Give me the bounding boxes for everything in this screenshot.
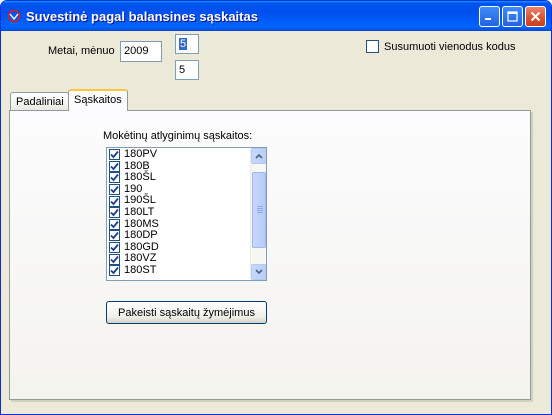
main-window: Suvestinė pagal balansines sąskaitas Met…: [0, 0, 552, 415]
account-code: 180ST: [124, 263, 157, 276]
checkmark-icon: [110, 186, 119, 194]
title-bar[interactable]: Suvestinė pagal balansines sąskaitas: [1, 1, 551, 31]
item-checkbox[interactable]: [109, 160, 120, 172]
tab-panel-saskaitos: Mokėtinų atlyginimų sąskaitos: 180PV 180B…: [9, 110, 531, 400]
item-checkbox[interactable]: [109, 195, 120, 207]
item-checkbox[interactable]: [109, 172, 120, 184]
checkmark-icon: [110, 174, 119, 182]
window-title: Suvestinė pagal balansines sąskaitas: [26, 9, 258, 24]
item-checkbox[interactable]: [109, 253, 120, 265]
checkmark-icon: [110, 209, 119, 217]
scroll-thumb[interactable]: [252, 172, 266, 248]
account-code: 180LT: [124, 205, 155, 218]
year-input[interactable]: 2009: [120, 41, 162, 62]
tab-padaliniai[interactable]: Padaliniai: [10, 92, 69, 112]
month-secondary-value: 5: [179, 64, 186, 76]
checkmark-icon: [110, 197, 119, 206]
account-code: 180PV: [124, 148, 158, 160]
chevron-up-icon: [255, 153, 263, 159]
maximize-button[interactable]: [502, 6, 523, 27]
tab-saskaitos[interactable]: Sąskaitos: [68, 89, 128, 111]
close-button[interactable]: [525, 6, 546, 27]
accounts-checklist[interactable]: 180PV 180B 180ŠL 190 190ŠL 180LT 180MS 180DP 180…: [106, 147, 267, 281]
checkmark-icon: [110, 232, 119, 240]
item-checkbox[interactable]: [109, 230, 120, 242]
checkbox-box[interactable]: [366, 40, 379, 53]
list-item[interactable]: 180ST: [109, 263, 247, 277]
checkmark-icon: [110, 267, 119, 275]
item-checkbox[interactable]: [109, 207, 120, 219]
checkmark-icon: [110, 162, 119, 171]
sum-same-codes-checkbox[interactable]: Susumuoti vienodus kodus: [366, 40, 515, 53]
list-item[interactable]: 180PV: [109, 148, 247, 161]
month-input[interactable]: 5: [175, 34, 199, 54]
sum-same-codes-label: Susumuoti vienodus kodus: [384, 40, 516, 53]
checkmark-icon: [110, 255, 119, 263]
chevron-down-icon: [255, 269, 263, 275]
scroll-up-button[interactable]: [251, 148, 266, 164]
accounts-list-items: 180PV 180B 180ŠL 190 190ŠL 180LT 180MS 180DP 180…: [109, 148, 247, 277]
item-checkbox[interactable]: [109, 184, 120, 196]
minimize-button[interactable]: [479, 6, 500, 27]
maximize-icon: [507, 11, 518, 22]
item-checkbox[interactable]: [109, 149, 120, 161]
checkmark-icon: [110, 151, 119, 159]
change-account-marks-button[interactable]: Pakeisti sąskaitų žymėjimus: [106, 301, 267, 324]
close-icon: [530, 11, 541, 22]
app-icon: [7, 9, 21, 23]
accounts-scrollbar[interactable]: [250, 148, 266, 280]
checkmark-icon: [110, 243, 119, 252]
list-item[interactable]: 180LT: [109, 205, 247, 219]
period-label: Metai, mėnuo: [48, 45, 115, 57]
scroll-down-button[interactable]: [251, 264, 266, 280]
item-checkbox[interactable]: [109, 265, 120, 277]
accounts-list-label: Mokėtinų atlyginimų sąskaitos:: [103, 130, 253, 142]
checkmark-icon: [110, 220, 119, 229]
minimize-icon: [485, 18, 491, 20]
month-value-selected: 5: [179, 38, 188, 50]
account-code: 180DP: [124, 229, 158, 242]
item-checkbox[interactable]: [109, 218, 120, 230]
dialog-client-area: Metai, mėnuo 2009 5 5 Susumuoti vienodus…: [4, 31, 548, 412]
item-checkbox[interactable]: [109, 242, 120, 254]
list-item[interactable]: 180DP: [109, 230, 247, 242]
month-secondary-input[interactable]: 5: [175, 60, 199, 80]
